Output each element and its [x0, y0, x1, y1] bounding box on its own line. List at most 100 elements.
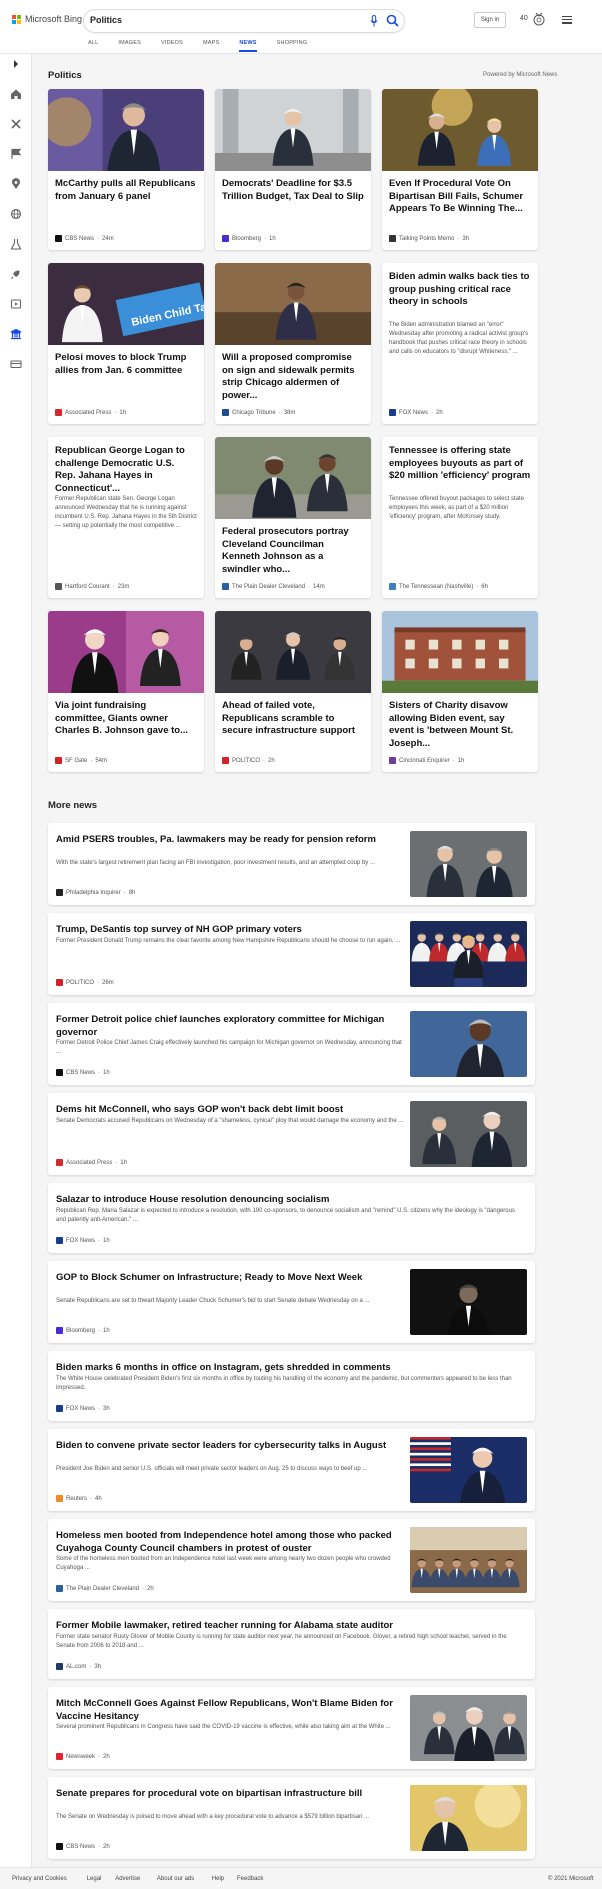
tab-videos[interactable]: VIDEOS: [161, 40, 183, 52]
card-source[interactable]: The Plain Dealer Cleveland · 14m: [222, 583, 325, 590]
news-thumbnail[interactable]: [410, 1437, 527, 1503]
news-thumbnail[interactable]: [410, 1101, 527, 1167]
news-headline[interactable]: Senate prepares for procedural vote on b…: [56, 1787, 406, 1800]
card-title[interactable]: Via joint fundraising committee, Giants …: [55, 700, 197, 738]
card-image[interactable]: [382, 611, 538, 693]
news-thumbnail[interactable]: [410, 831, 527, 897]
bing-logo[interactable]: Microsoft Bing: [12, 14, 82, 24]
globe-icon[interactable]: [10, 208, 22, 220]
news-card[interactable]: Ahead of failed vote, Republicans scramb…: [215, 611, 371, 772]
news-headline[interactable]: Trump, DeSantis top survey of NH GOP pri…: [56, 923, 406, 936]
news-thumbnail[interactable]: [410, 1527, 527, 1593]
news-thumbnail[interactable]: [410, 1785, 527, 1851]
news-source[interactable]: Reuters · 4h: [56, 1495, 102, 1502]
news-source[interactable]: The Plain Dealer Cleveland · 2h: [56, 1585, 154, 1592]
news-card[interactable]: Federal prosecutors portray Cleveland Co…: [215, 437, 371, 598]
news-headline[interactable]: Dems hit McConnell, who says GOP won't b…: [56, 1103, 406, 1116]
footer-link[interactable]: Help: [212, 1876, 224, 1882]
money-icon[interactable]: [10, 358, 22, 370]
news-source[interactable]: CBS News · 2h: [56, 1843, 110, 1850]
more-news-item[interactable]: Biden marks 6 months in office on Instag…: [48, 1351, 535, 1421]
footer-link[interactable]: About our ads: [157, 1876, 194, 1882]
card-source[interactable]: Bloomberg · 1h: [222, 235, 276, 242]
news-card[interactable]: McCarthy pulls all Republicans from Janu…: [48, 89, 204, 250]
card-source[interactable]: The Tennessean (Nashville) · 6h: [389, 583, 488, 590]
news-card[interactable]: Even If Procedural Vote On Bipartisan Bi…: [382, 89, 538, 250]
card-source[interactable]: FOX News · 2h: [389, 409, 443, 416]
news-headline[interactable]: Mitch McConnell Goes Against Fellow Repu…: [56, 1697, 406, 1723]
card-title[interactable]: Tennessee is offering state employees bu…: [389, 445, 531, 483]
news-source[interactable]: Associated Press · 1h: [56, 1159, 127, 1166]
news-headline[interactable]: Amid PSERS troubles, Pa. lawmakers may b…: [56, 833, 406, 846]
entertainment-icon[interactable]: [10, 298, 22, 310]
more-news-item[interactable]: Trump, DeSantis top survey of NH GOP pri…: [48, 913, 535, 995]
more-news-item[interactable]: Dems hit McConnell, who says GOP won't b…: [48, 1093, 535, 1175]
more-news-item[interactable]: Salazar to introduce House resolution de…: [48, 1183, 535, 1253]
card-source[interactable]: POLITICO · 2h: [222, 757, 275, 764]
more-news-item[interactable]: Former Mobile lawmaker, retired teacher …: [48, 1609, 535, 1679]
card-image[interactable]: [382, 89, 538, 171]
news-source[interactable]: CBS News · 1h: [56, 1069, 110, 1076]
news-card[interactable]: Via joint fundraising committee, Giants …: [48, 611, 204, 772]
card-image[interactable]: [48, 89, 204, 171]
news-headline[interactable]: Salazar to introduce House resolution de…: [56, 1193, 526, 1206]
news-headline[interactable]: GOP to Block Schumer on Infrastructure; …: [56, 1271, 406, 1284]
news-headline[interactable]: Former Mobile lawmaker, retired teacher …: [56, 1619, 526, 1632]
footer-link[interactable]: Advertise: [115, 1876, 140, 1882]
news-card[interactable]: Biden admin walks back ties to group pus…: [382, 263, 538, 424]
news-source[interactable]: FOX News · 1h: [56, 1237, 110, 1244]
news-headline[interactable]: Homeless men booted from Independence ho…: [56, 1529, 406, 1555]
sports-icon[interactable]: [10, 118, 22, 130]
search-box[interactable]: Politics: [84, 10, 404, 32]
news-thumbnail[interactable]: [410, 921, 527, 987]
card-source[interactable]: Chicago Tribune · 38m: [222, 409, 295, 416]
more-news-item[interactable]: Mitch McConnell Goes Against Fellow Repu…: [48, 1687, 535, 1769]
news-headline[interactable]: Biden to convene private sector leaders …: [56, 1439, 406, 1452]
tab-images[interactable]: IMAGES: [118, 40, 141, 52]
news-source[interactable]: POLITICO · 26m: [56, 979, 114, 986]
tab-shopping[interactable]: SHOPPING: [277, 40, 308, 52]
rewards-points[interactable]: 40: [520, 15, 528, 22]
news-card[interactable]: Republican George Logan to challenge Dem…: [48, 437, 204, 598]
news-thumbnail[interactable]: [410, 1269, 527, 1335]
rocket-icon[interactable]: [10, 268, 22, 280]
card-image[interactable]: [48, 611, 204, 693]
news-source[interactable]: AL.com · 3h: [56, 1663, 101, 1670]
microphone-icon[interactable]: [370, 15, 378, 27]
card-title[interactable]: McCarthy pulls all Republicans from Janu…: [55, 178, 197, 203]
hamburger-menu-icon[interactable]: [562, 16, 572, 24]
card-title[interactable]: Federal prosecutors portray Cleveland Co…: [222, 526, 364, 576]
news-card[interactable]: Tennessee is offering state employees bu…: [382, 437, 538, 598]
more-news-item[interactable]: Amid PSERS troubles, Pa. lawmakers may b…: [48, 823, 535, 905]
card-title[interactable]: Biden admin walks back ties to group pus…: [389, 271, 531, 309]
news-card[interactable]: Sisters of Charity disavow allowing Bide…: [382, 611, 538, 772]
politics-icon[interactable]: [10, 328, 22, 340]
card-image[interactable]: [215, 263, 371, 345]
card-image[interactable]: [215, 611, 371, 693]
news-source[interactable]: Philadelphia Inquirer · 8h: [56, 889, 135, 896]
card-image[interactable]: Biden Child Tax Credit: [48, 263, 204, 345]
more-news-item[interactable]: GOP to Block Schumer on Infrastructure; …: [48, 1261, 535, 1343]
card-title[interactable]: Will a proposed compromise on sign and s…: [222, 352, 364, 402]
card-image[interactable]: [215, 437, 371, 519]
card-image[interactable]: [215, 89, 371, 171]
news-card[interactable]: Biden Child Tax Credit Pelosi moves to b…: [48, 263, 204, 424]
footer-link[interactable]: Privacy and Cookies: [12, 1876, 67, 1882]
news-card[interactable]: Democrats' Deadline for $3.5 Trillion Bu…: [215, 89, 371, 250]
card-source[interactable]: SF Gate · 54m: [55, 757, 107, 764]
card-title[interactable]: Pelosi moves to block Trump allies from …: [55, 352, 197, 377]
card-title[interactable]: Republican George Logan to challenge Dem…: [55, 445, 197, 495]
more-news-item[interactable]: Homeless men booted from Independence ho…: [48, 1519, 535, 1601]
sign-in-button[interactable]: Sign in: [474, 12, 506, 28]
news-headline[interactable]: Biden marks 6 months in office on Instag…: [56, 1361, 526, 1374]
news-source[interactable]: FOX News · 3h: [56, 1405, 110, 1412]
card-title[interactable]: Even If Procedural Vote On Bipartisan Bi…: [389, 178, 531, 216]
flag-icon[interactable]: [10, 148, 22, 160]
science-icon[interactable]: [10, 238, 22, 250]
card-title[interactable]: Democrats' Deadline for $3.5 Trillion Bu…: [222, 178, 364, 203]
news-thumbnail[interactable]: [410, 1695, 527, 1761]
footer-link[interactable]: Legal: [87, 1876, 102, 1882]
footer-link[interactable]: Feedback: [237, 1876, 263, 1882]
news-thumbnail[interactable]: [410, 1011, 527, 1077]
chevron-right-icon[interactable]: [10, 58, 22, 70]
